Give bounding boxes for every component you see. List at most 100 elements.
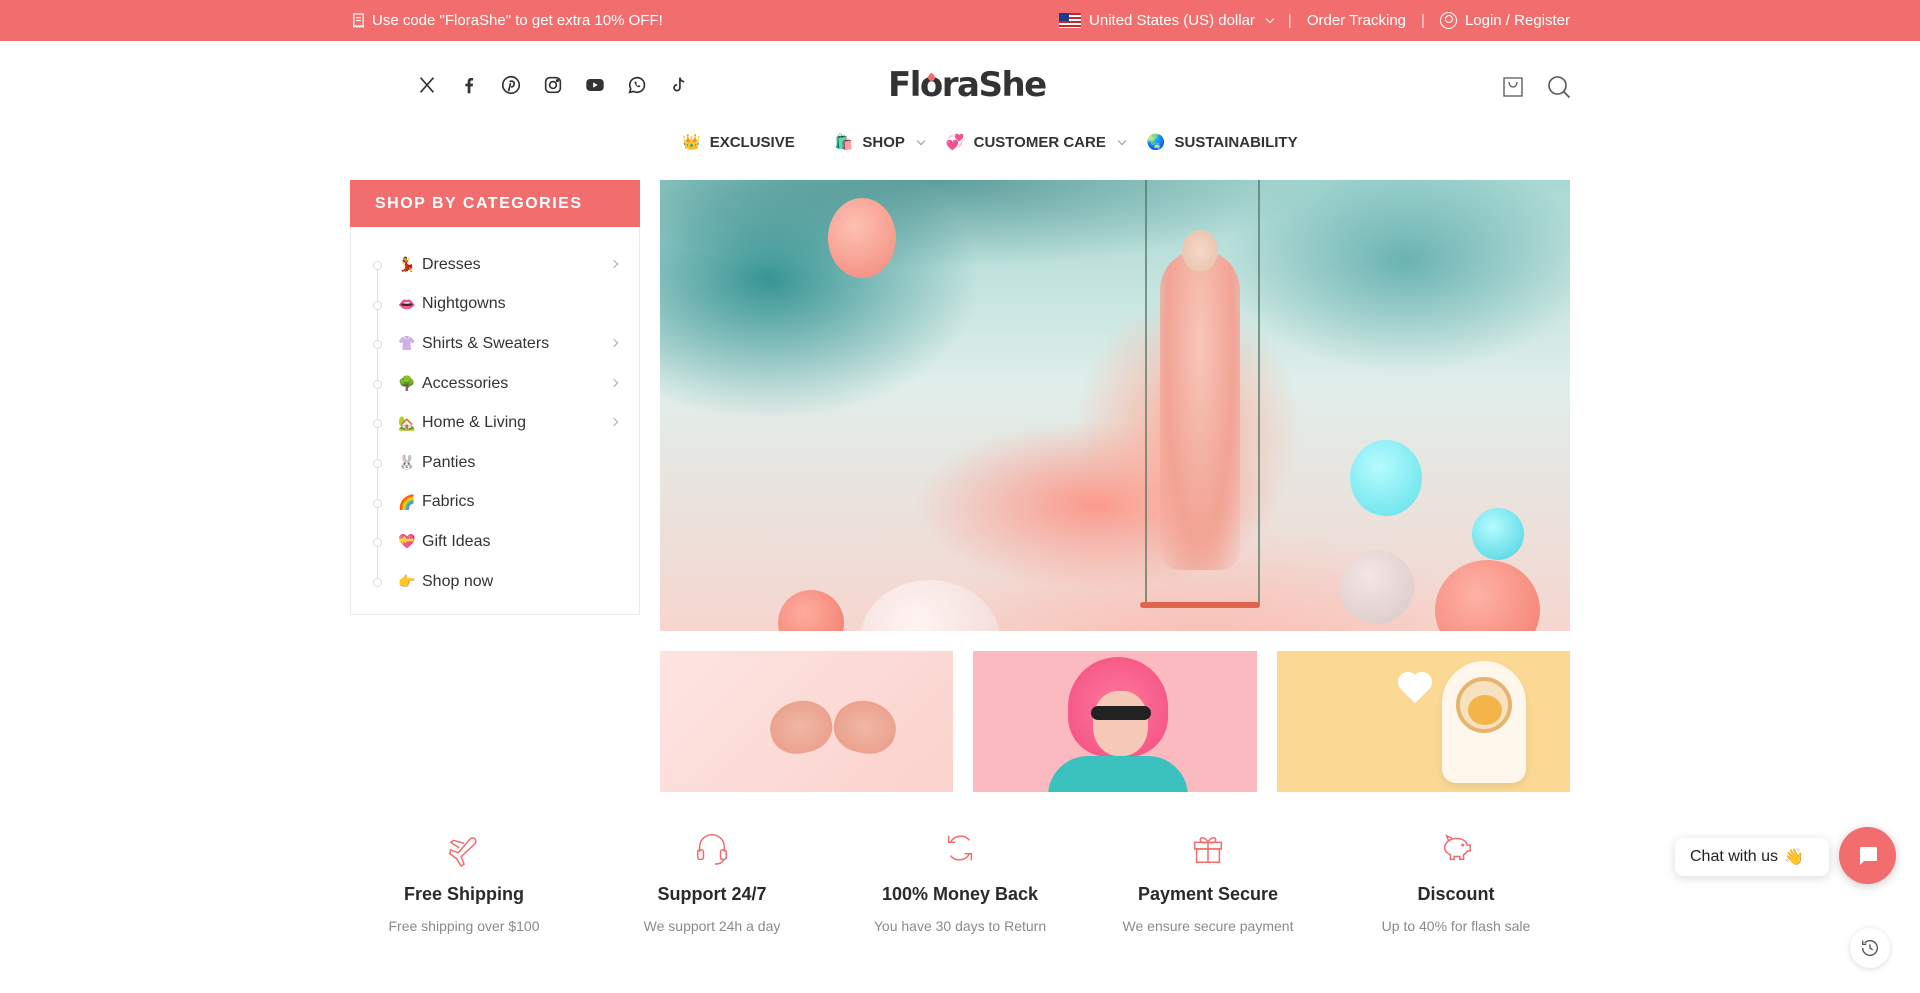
youtube-icon[interactable] — [584, 74, 606, 96]
bullet-dot — [373, 577, 382, 587]
us-flag-icon — [1059, 13, 1082, 28]
category-label: Home & Living — [422, 414, 527, 432]
crown-icon: 👑 — [682, 134, 701, 151]
facebook-icon[interactable] — [458, 74, 480, 96]
category-home-living[interactable]: 🏡 Home & Living — [351, 403, 639, 443]
gift-heart-icon: 💝 — [398, 533, 416, 550]
chat-label: Chat with us — [1690, 848, 1779, 865]
promo-banner-lingerie[interactable] — [660, 651, 953, 792]
chat-bubble[interactable]: Chat with us 👋 — [1675, 838, 1829, 876]
category-label: Accessories — [422, 374, 509, 392]
login-register-link[interactable]: Login / Register — [1465, 12, 1570, 29]
bra-illustration — [765, 691, 901, 761]
feature-title: Payment Secure — [1137, 884, 1279, 904]
category-label: Nightgowns — [422, 295, 506, 313]
dancer-icon: 💃 — [398, 256, 416, 273]
main-nav: 👑 EXCLUSIVE 🛍️ SHOP 💞 CUSTOMER CARE 🌏 SU… — [682, 133, 1338, 152]
category-nightgowns[interactable]: 👄 Nightgowns — [351, 285, 639, 325]
feature-title: Discount — [1417, 884, 1495, 904]
feature-subtitle: We support 24h a day — [643, 918, 781, 934]
category-label: Gift Ideas — [422, 532, 491, 550]
x-icon[interactable] — [416, 74, 438, 96]
nav-item-exclusive[interactable]: 👑 EXCLUSIVE — [682, 133, 795, 152]
bullet-dot — [373, 340, 382, 350]
category-fabrics[interactable]: 🌈 Fabrics — [351, 483, 639, 523]
feature-free-shipping: Free Shipping Free shipping over $100 — [350, 829, 578, 934]
model-outfit — [1048, 756, 1188, 792]
category-shirts-sweaters[interactable]: 👚 Shirts & Sweaters — [351, 324, 639, 364]
hero-balloon — [1350, 440, 1422, 516]
feature-money-back: 100% Money Back You have 30 days to Retu… — [846, 829, 1074, 934]
nav-item-customer-care[interactable]: 💞 CUSTOMER CARE — [946, 133, 1127, 151]
hero-balloon — [1340, 550, 1414, 624]
chevron-down-icon — [1117, 136, 1127, 145]
divider: | — [1421, 12, 1425, 29]
features-row: Free Shipping Free shipping over $100 Su… — [350, 829, 1570, 934]
chevron-right-icon — [609, 259, 619, 269]
pinterest-icon[interactable] — [500, 74, 522, 96]
cart-icon[interactable] — [1500, 74, 1526, 100]
categories-list: 💃 Dresses 👄 Nightgowns 👚 Shirts & Sweate… — [351, 245, 639, 601]
hero-banner[interactable] — [660, 180, 1570, 631]
headset-icon — [696, 833, 728, 865]
categories-header: SHOP BY CATEGORIES — [350, 180, 640, 227]
promo-banner-fashion[interactable] — [973, 651, 1257, 792]
tiktok-icon[interactable] — [668, 74, 690, 96]
user-icon[interactable] — [1439, 12, 1457, 29]
chevron-right-icon — [609, 418, 619, 427]
divider: | — [1287, 12, 1292, 29]
whatsapp-icon[interactable] — [626, 74, 648, 96]
feature-discount: Discount Up to 40% for flash sale — [1342, 829, 1570, 934]
instagram-icon[interactable] — [542, 74, 564, 96]
feature-support: Support 24/7 We support 24h a day — [598, 829, 826, 934]
hero-balloon — [828, 198, 896, 278]
social-links — [416, 74, 690, 96]
swing-rope — [1145, 180, 1147, 605]
tree-icon: 🌳 — [398, 375, 416, 392]
chevron-right-icon — [609, 338, 619, 348]
piggy-bank-icon — [1443, 834, 1472, 861]
rainbow-icon: 🌈 — [398, 493, 416, 510]
category-dresses[interactable]: 💃 Dresses — [351, 245, 639, 285]
hero-balloon — [778, 590, 844, 631]
nav-label: SHOP — [862, 133, 905, 151]
pointing-hand-icon: 👉 — [398, 573, 416, 590]
hero-model-head — [1182, 230, 1218, 272]
nav-label: CUSTOMER CARE — [973, 133, 1106, 151]
category-label: Shop now — [422, 572, 494, 590]
promo-banner-pets[interactable] — [1277, 651, 1570, 792]
nav-item-shop[interactable]: 🛍️ SHOP — [835, 133, 926, 151]
order-tracking-link[interactable]: Order Tracking — [1307, 12, 1406, 29]
category-gift-ideas[interactable]: 💝 Gift Ideas — [351, 522, 639, 562]
nav-item-sustainability[interactable]: 🌏 SUSTAINABILITY — [1146, 133, 1298, 152]
category-label: Shirts & Sweaters — [422, 334, 550, 352]
airplane-icon — [448, 837, 477, 867]
promo-message: Use code "FloraShe" to get extra 10% OFF… — [351, 12, 663, 29]
gift-icon — [1193, 837, 1223, 864]
feature-title: 100% Money Back — [881, 884, 1039, 904]
house-icon: 🏡 — [398, 414, 416, 431]
waving-hand-icon: 👋 — [1784, 849, 1804, 866]
chevron-down-icon[interactable] — [1265, 14, 1275, 23]
category-label: Panties — [422, 453, 476, 471]
globe-icon: 🌏 — [1146, 134, 1166, 151]
bullet-dot — [373, 458, 382, 468]
category-panties[interactable]: 🐰 Panties — [351, 443, 639, 483]
refresh-icon — [947, 835, 973, 861]
recently-viewed-button[interactable] — [1850, 928, 1890, 968]
chat-button[interactable] — [1839, 827, 1896, 884]
header-actions — [1500, 74, 1572, 100]
bullet-dot — [373, 498, 382, 508]
feature-subtitle: You have 30 days to Return — [873, 918, 1047, 934]
model-face — [1093, 691, 1148, 756]
bullet-dot — [373, 538, 382, 548]
hero-balloon — [1435, 560, 1540, 631]
search-icon[interactable] — [1546, 74, 1572, 100]
feature-title: Support 24/7 — [657, 884, 767, 904]
feature-subtitle: Up to 40% for flash sale — [1381, 918, 1531, 934]
site-logo[interactable]: FloraShe — [888, 65, 1047, 105]
feature-title: Free Shipping — [403, 884, 524, 904]
currency-selector[interactable]: United States (US) dollar — [1089, 12, 1255, 29]
category-shop-now[interactable]: 👉 Shop now — [351, 562, 639, 602]
category-accessories[interactable]: 🌳 Accessories — [351, 364, 639, 404]
